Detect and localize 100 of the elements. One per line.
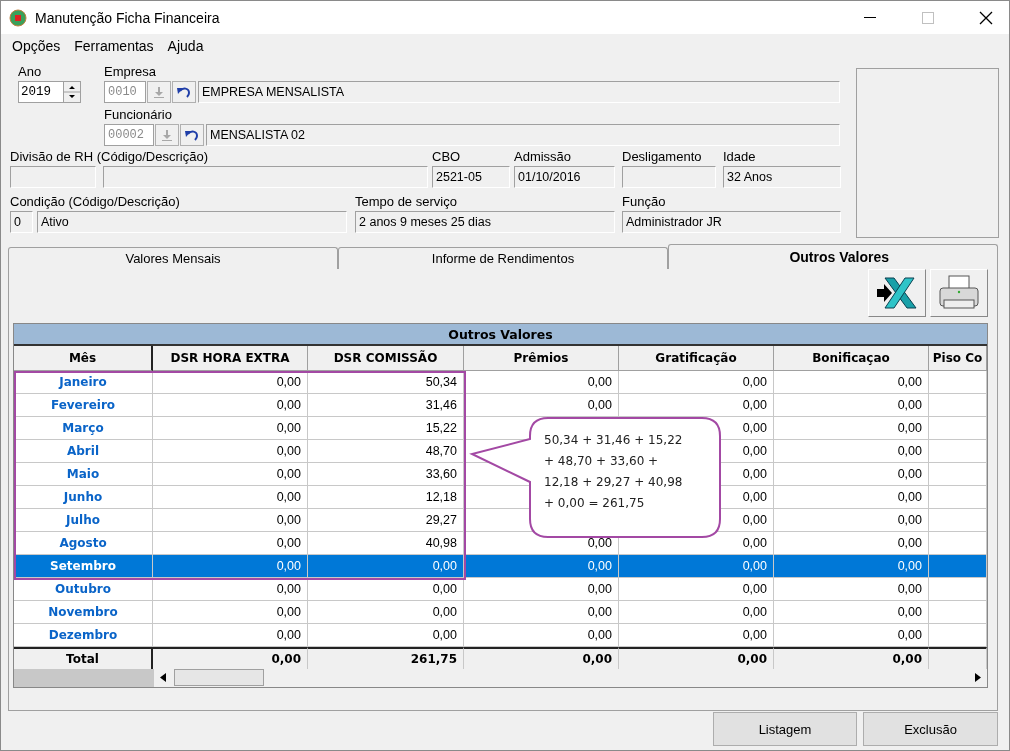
table-cell: 0,00	[153, 371, 308, 394]
minimize-icon	[864, 16, 876, 19]
scroll-thumb[interactable]	[174, 669, 264, 686]
company-code-field[interactable]: 0010	[104, 81, 146, 103]
tab[interactable]: Informe de Rendimentos	[338, 247, 668, 269]
field-label: Tempo de serviço	[355, 194, 458, 211]
employee-name-field[interactable]: MENSALISTA 02	[206, 124, 840, 146]
table-cell: 0,00	[153, 486, 308, 509]
undo-icon	[177, 86, 191, 98]
field-label: Condição (Código/Descrição)	[10, 194, 181, 211]
undo-button[interactable]	[172, 81, 196, 103]
table-cell: 0,00	[153, 440, 308, 463]
tab[interactable]: Outros Valores	[668, 244, 998, 269]
field-label: Empresa	[104, 64, 158, 81]
total-label: Total	[14, 647, 153, 669]
total-cell: 0,00	[619, 647, 774, 669]
field-label: Ano	[18, 64, 43, 81]
table-cell: 15,22	[308, 417, 464, 440]
month-cell[interactable]: Março	[14, 417, 153, 440]
scroll-right-icon[interactable]	[975, 673, 981, 682]
service-time-field[interactable]: 2 anos 9 meses 25 dias	[355, 211, 615, 233]
month-cell[interactable]: Fevereiro	[14, 394, 153, 417]
table-cell: 0,00	[308, 555, 464, 578]
column-header: DSR COMISSÃO	[308, 346, 464, 371]
condition-code-field[interactable]: 0	[10, 211, 33, 233]
menu-item[interactable]: Ferramentas	[67, 38, 161, 54]
table-cell: 0,00	[153, 555, 308, 578]
download-icon	[162, 129, 172, 141]
scroll-left-icon[interactable]	[160, 673, 166, 682]
empty-cell	[929, 463, 987, 486]
cbo-field[interactable]: 2521-05	[432, 166, 510, 188]
total-cell: 0,00	[464, 647, 619, 669]
table-cell: 50,34	[308, 371, 464, 394]
month-cell[interactable]: Julho	[14, 509, 153, 532]
division-name-field[interactable]	[103, 166, 428, 188]
total-cell: 0,00	[774, 647, 929, 669]
month-cell[interactable]: Maio	[14, 463, 153, 486]
table-cell: 0,00	[153, 601, 308, 624]
empty-cell	[929, 486, 987, 509]
condition-field[interactable]: Ativo	[37, 211, 347, 233]
close-icon	[979, 10, 993, 25]
column-header: Piso Co	[929, 346, 987, 371]
app-icon	[9, 8, 27, 27]
empty-cell	[929, 509, 987, 532]
table-cell: 0,00	[774, 394, 929, 417]
table-cell: 0,00	[464, 555, 619, 578]
month-cell[interactable]: Abril	[14, 440, 153, 463]
table-cell: 0,00	[153, 417, 308, 440]
field-label: Idade	[723, 149, 757, 166]
field-label: Divisão de RH (Código/Descrição)	[10, 149, 209, 166]
undo-icon	[185, 129, 199, 141]
empty-cell	[929, 578, 987, 601]
month-cell[interactable]: Novembro	[14, 601, 153, 624]
table-cell: 0,00	[774, 578, 929, 601]
month-cell[interactable]: Junho	[14, 486, 153, 509]
action-button[interactable]: Exclusão	[863, 712, 998, 746]
table-cell: 0,00	[619, 601, 774, 624]
export-icon	[875, 276, 919, 310]
job-title-field[interactable]: Administrador JR	[622, 211, 841, 233]
empty-cell	[929, 601, 987, 624]
table-cell: 0,00	[774, 440, 929, 463]
total-cell: 0,00	[153, 647, 308, 669]
table-cell: 0,00	[774, 371, 929, 394]
table-cell: 0,00	[619, 578, 774, 601]
download-icon	[154, 86, 164, 98]
field-label: Funcionário	[104, 107, 173, 124]
column-header: Prêmios	[464, 346, 619, 371]
month-cell[interactable]: Setembro	[14, 555, 153, 578]
table-cell: 0,00	[308, 578, 464, 601]
table-cell: 0,00	[774, 555, 929, 578]
month-cell[interactable]: Janeiro	[14, 371, 153, 394]
menu-item[interactable]: Ajuda	[160, 38, 211, 54]
field-label: CBO	[432, 149, 462, 166]
undo-button[interactable]	[180, 124, 204, 146]
table-cell: 0,00	[153, 578, 308, 601]
menu-item[interactable]: Opções	[5, 38, 68, 54]
month-cell[interactable]: Outubro	[14, 578, 153, 601]
export-button[interactable]	[868, 269, 926, 317]
tab[interactable]: Valores Mensais	[8, 247, 338, 269]
horizontal-scrollbar[interactable]	[154, 669, 987, 687]
table-cell: 0,00	[464, 578, 619, 601]
empty-cell	[929, 371, 987, 394]
action-button[interactable]: Listagem	[713, 712, 857, 746]
maximize-icon	[922, 11, 934, 24]
table-cell: 48,70	[308, 440, 464, 463]
division-code-field[interactable]	[10, 166, 96, 188]
employee-code-field[interactable]: 00002	[104, 124, 154, 146]
year-spinner[interactable]: 2019	[18, 81, 81, 103]
table-cell: 0,00	[774, 509, 929, 532]
table-cell: 31,46	[308, 394, 464, 417]
company-name-field[interactable]: EMPRESA MENSALISTA	[198, 81, 840, 103]
table-cell: 0,00	[153, 509, 308, 532]
field-label: Admissão	[514, 149, 573, 166]
age-field[interactable]: 32 Anos	[723, 166, 841, 188]
table-cell: 0,00	[774, 417, 929, 440]
termination-field[interactable]	[622, 166, 716, 188]
table-cell: 0,00	[153, 463, 308, 486]
total-cell: 261,75	[308, 647, 464, 669]
admission-field[interactable]: 01/10/2016	[514, 166, 615, 188]
field-label: Desligamento	[622, 149, 703, 166]
